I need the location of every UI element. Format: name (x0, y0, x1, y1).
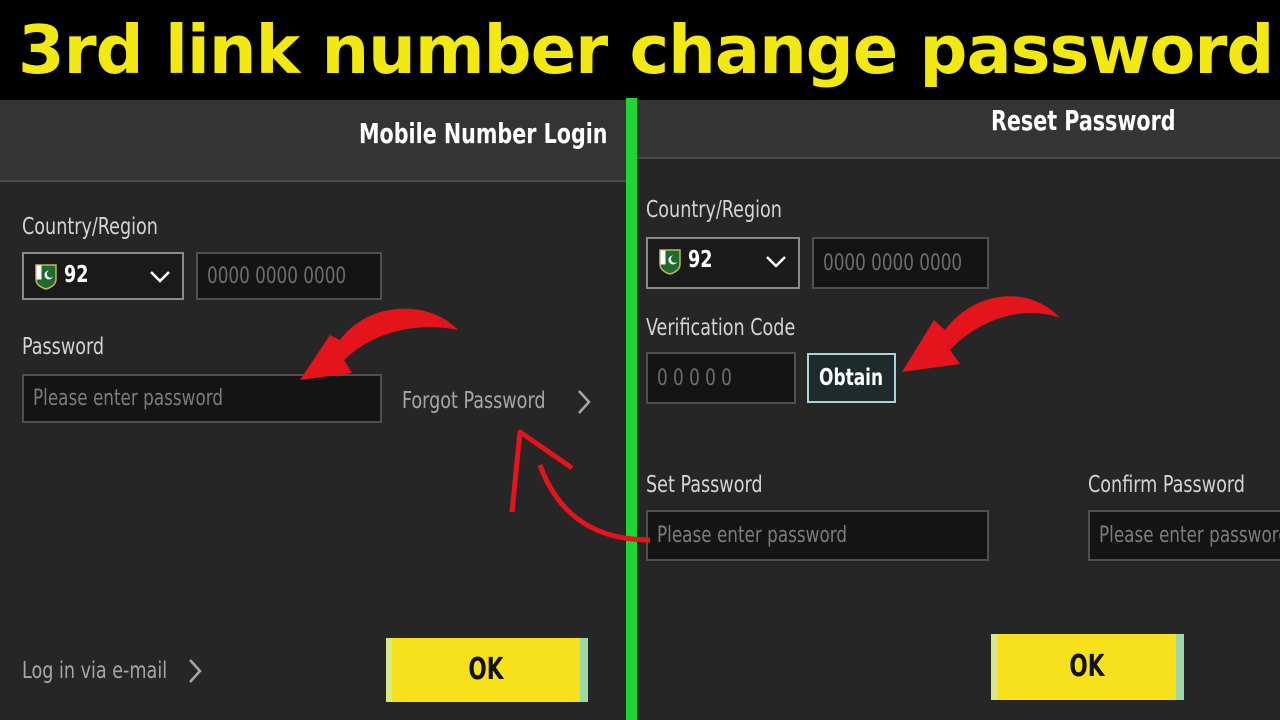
verification-code-label: Verification Code (646, 315, 796, 341)
chevron-right-icon[interactable] (576, 389, 592, 415)
set-password-placeholder: Please enter password (657, 523, 848, 548)
obtain-code-button[interactable]: Obtain (807, 353, 896, 403)
country-code-value: 92 (688, 247, 713, 273)
mobile-login-panel: Mobile Number Login Country/Region 92 00… (0, 100, 626, 720)
country-region-label: Country/Region (646, 197, 782, 223)
password-label: Password (22, 334, 105, 360)
email-login-link[interactable]: Log in via e-mail (22, 658, 167, 684)
confirm-password-placeholder: Please enter password (1099, 523, 1280, 548)
banner-title: 3rd link number change password (18, 11, 1274, 89)
verification-code-input[interactable]: 0 0 0 0 0 (646, 352, 796, 404)
obtain-button-label: Obtain (819, 365, 884, 391)
country-region-label: Country/Region (22, 214, 158, 240)
country-code-select[interactable]: 92 (646, 237, 800, 289)
reset-panel-title: Reset Password (991, 104, 1176, 137)
login-panel-title: Mobile Number Login (359, 117, 608, 150)
thumbnail-banner: 3rd link number change password (0, 0, 1280, 100)
pakistan-flag-icon (35, 264, 57, 290)
verification-code-placeholder: 0 0 0 0 0 (657, 366, 732, 391)
country-code-select[interactable]: 92 (22, 252, 184, 300)
chevron-right-icon[interactable] (187, 658, 203, 684)
login-panel-header: Mobile Number Login (0, 100, 626, 182)
ok-button[interactable]: OK (991, 634, 1184, 700)
phone-number-input[interactable]: 0000 0000 0000 (812, 237, 989, 289)
confirm-password-label: Confirm Password (1088, 472, 1245, 498)
password-input[interactable]: Please enter password (22, 374, 382, 423)
country-code-value: 92 (64, 262, 89, 288)
password-placeholder: Please enter password (33, 386, 224, 411)
confirm-password-input[interactable]: Please enter password (1088, 510, 1280, 561)
ok-button-label: OK (1068, 649, 1105, 684)
phone-number-placeholder: 0000 0000 0000 (823, 251, 963, 276)
reset-panel-header: Reset Password (637, 100, 1280, 159)
phone-number-input[interactable]: 0000 0000 0000 (196, 252, 382, 300)
ok-button[interactable]: OK (386, 638, 588, 702)
set-password-label: Set Password (646, 472, 763, 498)
ok-button-label: OK (468, 652, 504, 687)
phone-number-placeholder: 0000 0000 0000 (207, 264, 347, 289)
green-divider (626, 98, 637, 720)
chevron-down-icon (150, 271, 170, 283)
chevron-down-icon (766, 256, 786, 268)
pakistan-flag-icon (659, 249, 681, 275)
reset-password-panel: Reset Password Country/Region 92 0000 00… (637, 100, 1280, 720)
set-password-input[interactable]: Please enter password (646, 510, 989, 561)
forgot-password-link[interactable]: Forgot Password (402, 388, 546, 414)
